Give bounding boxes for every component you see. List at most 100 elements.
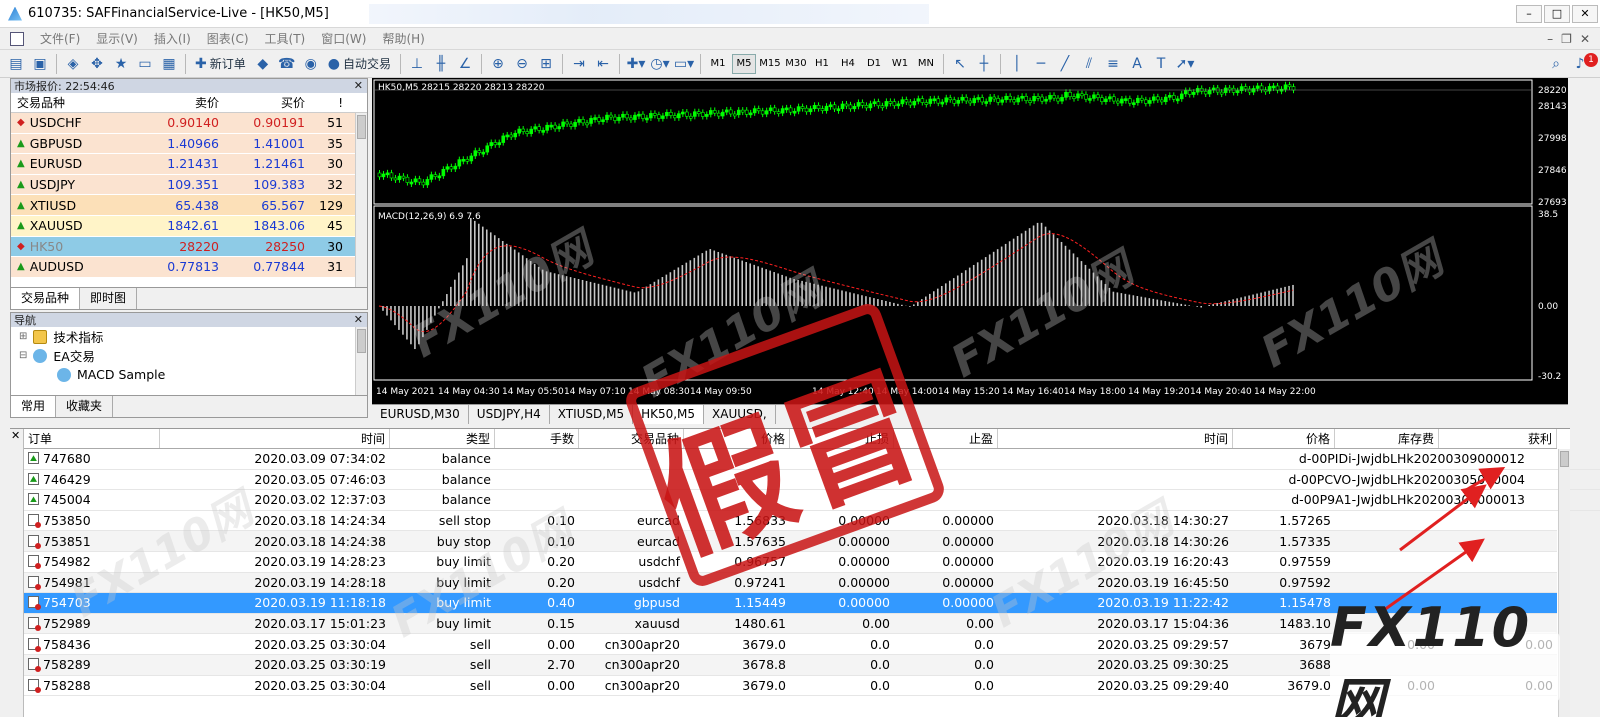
child-close-button[interactable]: ✕ — [1580, 32, 1590, 46]
line-chart-button[interactable]: ∠ — [454, 53, 476, 75]
minimize-button[interactable]: – — [1516, 4, 1542, 23]
arrows-button[interactable]: ➚▾ — [1174, 53, 1196, 75]
col-header[interactable]: 类型 — [390, 429, 495, 448]
candlestick-button[interactable]: ╫ — [430, 53, 452, 75]
chart-tab[interactable]: USDJPY,H4 — [469, 405, 550, 424]
child-minimize-button[interactable]: – — [1547, 32, 1553, 46]
market-row[interactable]: ▲ USDJPY 109.351 109.383 32 — [11, 174, 367, 196]
text-label-button[interactable]: T — [1150, 53, 1172, 75]
cursor-button[interactable]: ↖ — [949, 53, 971, 75]
table-row[interactable]: 753851 2020.03.18 14:24:38 buy stop 0.10 eur… — [24, 531, 1557, 552]
market-row[interactable]: ◆ USDCHF 0.90140 0.90191 51 — [11, 113, 367, 134]
zoom-out-button[interactable]: ⊖ — [511, 53, 533, 75]
menu-help[interactable]: 帮助(H) — [374, 30, 432, 47]
market-row[interactable]: ▲ EURUSD 1.21431 1.21461 30 — [11, 154, 367, 175]
col-spread[interactable]: ! — [309, 96, 349, 110]
market-watch-scrollbar[interactable] — [355, 113, 367, 287]
table-row[interactable]: 752989 2020.03.17 15:01:23 buy limit 0.15 xa… — [24, 613, 1557, 635]
child-restore-button[interactable]: ❐ — [1561, 32, 1572, 46]
close-icon[interactable]: ✕ — [354, 313, 363, 326]
price-chart[interactable]: HK50,M5 28215 28220 28213 28220 MACD(12,2… — [372, 78, 1568, 404]
maximize-button[interactable]: □ — [1544, 4, 1570, 23]
col-header[interactable]: 止盈 — [894, 429, 998, 448]
col-header[interactable]: 价格 — [1233, 429, 1335, 448]
market-watch-button[interactable]: ◈ — [62, 53, 84, 75]
nav-experts[interactable]: ⊟ EA交易 — [11, 346, 367, 365]
chart-shift-button[interactable]: ⇤ — [592, 53, 614, 75]
table-row[interactable]: 754981 2020.03.19 14:28:18 buy limit 0.20 us… — [24, 572, 1557, 594]
nav-macd-sample[interactable]: MACD Sample — [11, 365, 367, 384]
col-header[interactable]: 获利 — [1439, 429, 1557, 448]
table-row[interactable]: 754703 2020.03.19 11:18:18 buy limit 0.40 gb… — [24, 593, 1557, 614]
market-row[interactable]: ▲ XAUUSD 1842.61 1843.06 45 — [11, 215, 367, 237]
tf-m1[interactable]: M1 — [706, 54, 730, 74]
col-header[interactable]: 时间 — [160, 429, 390, 448]
data-window-button[interactable]: ✥ — [86, 53, 108, 75]
chart-tab[interactable]: XTIUSD,M5 — [550, 405, 634, 424]
tab-symbols[interactable]: 交易品种 — [11, 288, 81, 309]
profiles-button[interactable]: ▣ — [29, 53, 51, 75]
tf-h1[interactable]: H1 — [810, 54, 834, 74]
tf-h4[interactable]: H4 — [836, 54, 860, 74]
templates-button[interactable]: ▭▾ — [673, 53, 695, 75]
tf-m15[interactable]: M15 — [758, 54, 782, 74]
community-button[interactable]: ☎ — [276, 53, 298, 75]
tab-tick-chart[interactable]: 即时图 — [80, 288, 138, 309]
navigator-button[interactable]: ★ — [110, 53, 132, 75]
menu-file[interactable]: 文件(F) — [32, 30, 88, 47]
terminal-button[interactable]: ▭ — [134, 53, 156, 75]
table-row[interactable]: 746429 2020.03.05 07:46:03 balance d-00PCVO… — [24, 470, 1600, 491]
market-row[interactable]: ▲ AUDUSD 0.77813 0.77844 31 — [11, 257, 367, 278]
tf-w1[interactable]: W1 — [888, 54, 912, 74]
autoscroll-button[interactable]: ⇥ — [568, 53, 590, 75]
market-row[interactable]: ◆ HK50 28220 28250 30 — [11, 236, 367, 258]
col-header[interactable]: 订单 — [24, 429, 160, 448]
search-button[interactable]: ⌕ — [1545, 53, 1567, 75]
menu-tools[interactable]: 工具(T) — [257, 30, 314, 47]
col-ask[interactable]: 买价 — [223, 94, 309, 111]
horizontal-line-button[interactable]: ─ — [1030, 53, 1052, 75]
menu-insert[interactable]: 插入(I) — [146, 30, 199, 47]
tab-common[interactable]: 常用 — [11, 396, 57, 417]
crosshair-button[interactable]: ┼ — [973, 53, 995, 75]
fibo-button[interactable]: ≡ — [1102, 53, 1124, 75]
new-chart-button[interactable]: ▤ — [5, 53, 27, 75]
col-header[interactable]: 止损 — [790, 429, 894, 448]
tf-m30[interactable]: M30 — [784, 54, 808, 74]
col-symbol[interactable]: 交易品种 — [11, 94, 139, 111]
menu-view[interactable]: 显示(V) — [88, 30, 146, 47]
metaeditor-button[interactable]: ◆ — [252, 53, 274, 75]
col-header[interactable]: 交易品种 — [579, 429, 684, 448]
zoom-in-button[interactable]: ⊕ — [487, 53, 509, 75]
table-row[interactable]: 747680 2020.03.09 07:34:02 balance d-00PIDi… — [24, 449, 1600, 470]
table-row[interactable]: 758436 2020.03.25 03:30:04 sell 0.00 cn300ap… — [24, 634, 1557, 655]
tf-m5[interactable]: M5 — [731, 53, 756, 74]
table-row[interactable]: 753850 2020.03.18 14:24:34 sell stop 0.10 eu… — [24, 511, 1557, 532]
nav-indicators[interactable]: ⊞ 技术指标 — [11, 327, 367, 346]
market-row[interactable]: ▲ XTIUSD 65.438 65.567 129 — [11, 195, 367, 216]
navigator-scrollbar[interactable] — [355, 327, 367, 395]
col-header[interactable]: 手数 — [495, 429, 579, 448]
market-row[interactable]: ▲ GBPUSD 1.40966 1.41001 35 — [11, 133, 367, 155]
new-order-button[interactable]: ✚ 新订单 — [191, 53, 250, 75]
close-button[interactable]: ✕ — [1572, 4, 1598, 23]
table-row[interactable]: 758289 2020.03.25 03:30:19 sell 2.70 cn300ap… — [24, 655, 1557, 676]
col-header[interactable]: 库存费 — [1335, 429, 1439, 448]
menu-window[interactable]: 窗口(W) — [313, 30, 374, 47]
trendline-button[interactable]: ╱ — [1054, 53, 1076, 75]
indicators-button[interactable]: ✚▾ — [625, 53, 647, 75]
table-row[interactable]: 754982 2020.03.19 14:28:23 buy limit 0.20 us… — [24, 552, 1557, 573]
bar-chart-button[interactable]: ⊥ — [406, 53, 428, 75]
menu-charts[interactable]: 图表(C) — [199, 30, 257, 47]
close-icon[interactable]: ✕ — [354, 79, 363, 92]
chart-tab[interactable]: HK50,M5 — [633, 405, 705, 424]
periods-button[interactable]: ◷▾ — [649, 53, 671, 75]
channel-button[interactable]: ⫽ — [1078, 53, 1100, 75]
chart-tab[interactable]: XAUUSD, — [704, 405, 776, 424]
text-button[interactable]: A — [1126, 53, 1148, 75]
tf-mn[interactable]: MN — [914, 54, 938, 74]
tf-d1[interactable]: D1 — [862, 54, 886, 74]
col-header[interactable]: 价格 — [684, 429, 790, 448]
close-icon[interactable]: ✕ — [11, 429, 20, 442]
auto-trading-button[interactable]: ● 自动交易 — [324, 53, 395, 75]
